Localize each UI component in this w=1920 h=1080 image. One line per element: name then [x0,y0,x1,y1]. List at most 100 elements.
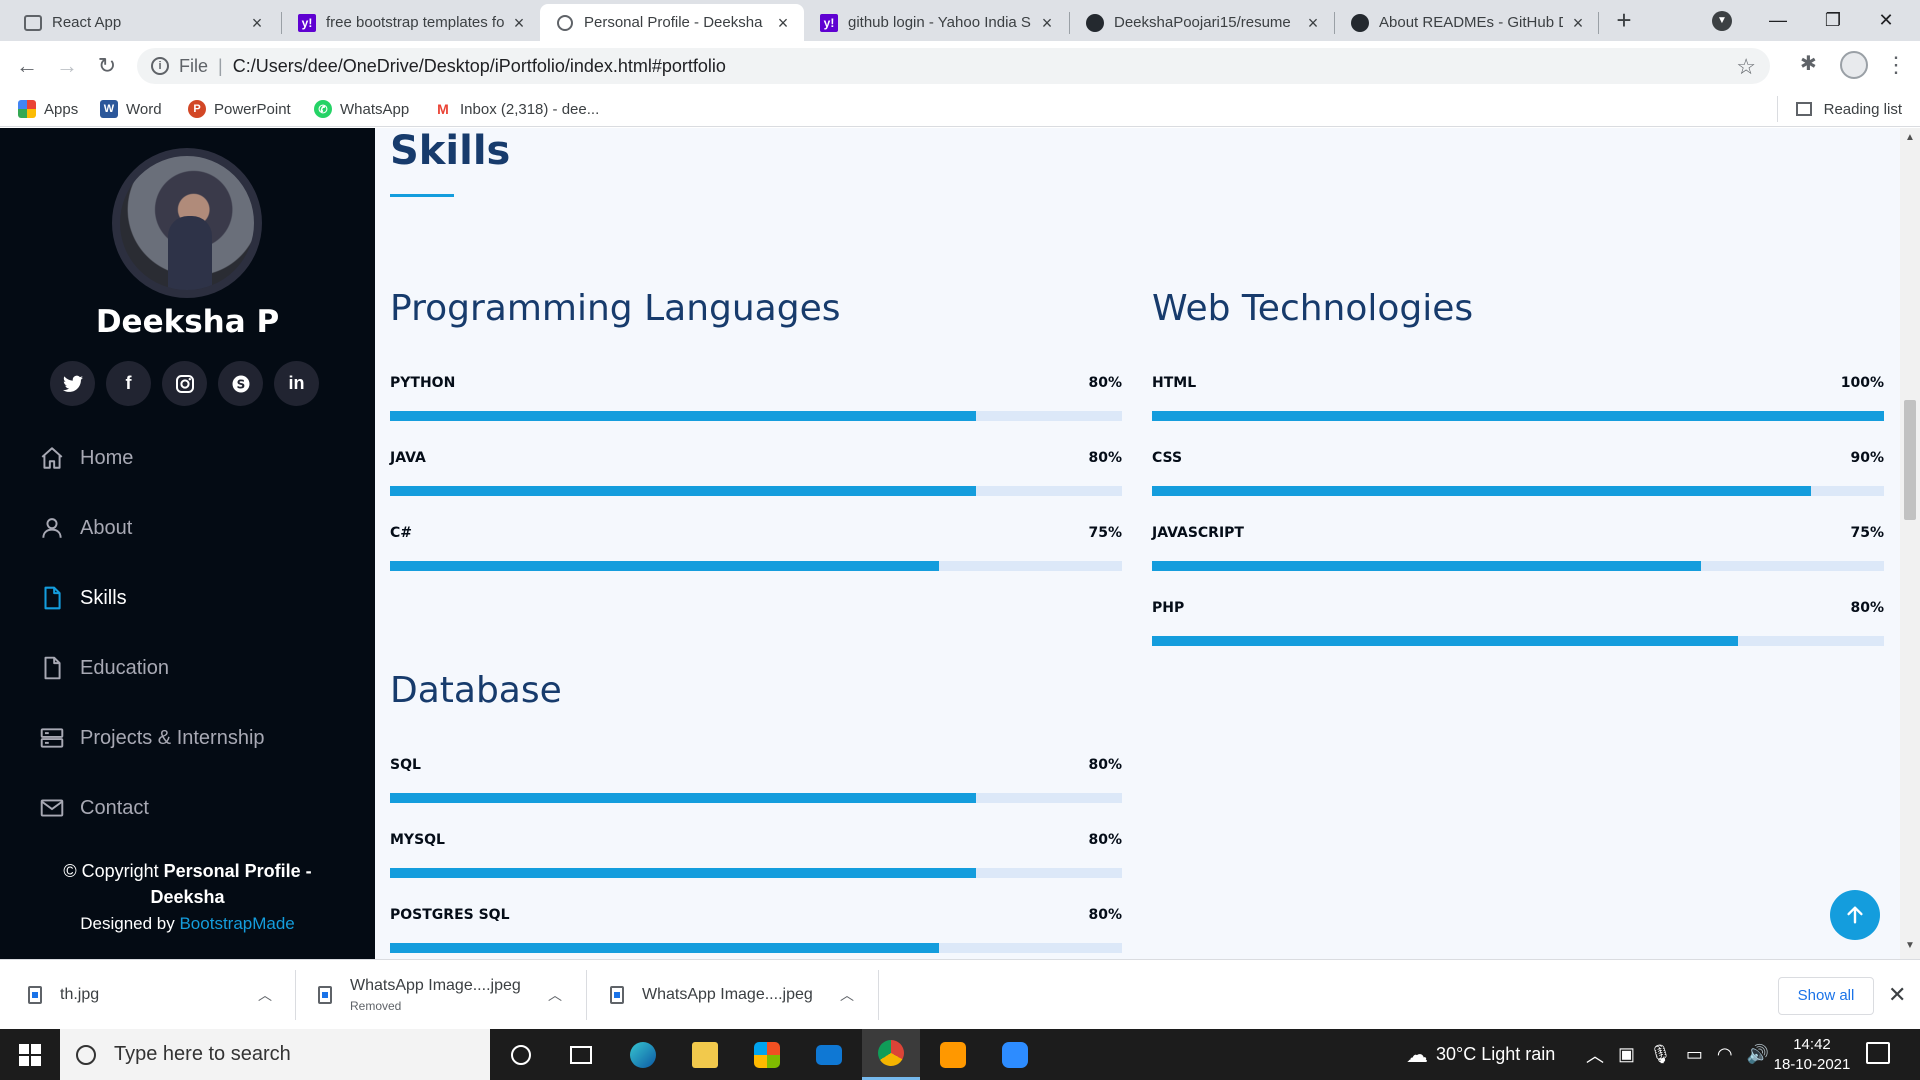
skype-icon[interactable]: S [218,361,263,406]
facebook-icon[interactable]: f [106,361,151,406]
linkedin-icon[interactable]: in [274,361,319,406]
page-scrollbar[interactable]: ▲ ▼ [1900,128,1920,959]
minimize-button[interactable]: — [1758,6,1798,34]
nav-item-home[interactable]: Home [38,440,133,476]
weather-widget[interactable]: ☁ 30°C Light rain [1406,1029,1555,1080]
skill-name: PYTHON [390,375,456,391]
battery-icon[interactable]: ▭ [1686,1044,1703,1065]
address-url: C:/Users/dee/OneDrive/Desktop/iPortfolio… [232,55,726,76]
tab-search-button[interactable]: ▼ [1712,11,1732,31]
back-button[interactable]: ← [12,51,42,81]
chevron-up-icon[interactable]: ︿ [1586,1042,1604,1068]
nav-item-skills[interactable]: Skills [38,580,127,616]
progress-track [1152,636,1884,646]
download-name: th.jpg [60,986,100,1003]
skill-row: JAVASCRIPT 75% [1152,525,1884,571]
bookmark-whatsapp[interactable]: ✆ WhatsApp [314,98,409,120]
close-icon[interactable]: × [510,14,528,32]
tab-title: About READMEs - GitHub D [1379,14,1563,31]
twitter-icon[interactable] [50,361,95,406]
nav-item-about[interactable]: About [38,510,132,546]
address-scheme: File [179,55,209,76]
address-bar[interactable]: i File | C:/Users/dee/OneDrive/Desktop/i… [137,48,1770,84]
info-icon[interactable]: i [151,57,169,75]
show-all-downloads-button[interactable]: Show all [1778,977,1874,1015]
mail-icon[interactable] [800,1029,858,1080]
store-icon[interactable] [738,1029,796,1080]
start-button[interactable] [0,1029,60,1080]
skill-name: POSTGRES SQL [390,907,510,923]
file-explorer-icon[interactable] [676,1029,734,1080]
bookmark-powerpoint[interactable]: P PowerPoint [188,98,291,120]
close-icon[interactable]: × [1038,14,1056,32]
bookmark-inbox[interactable]: M Inbox (2,318) - dee... [434,98,599,120]
bookmark-apps[interactable]: Apps [18,98,78,120]
new-tab-button[interactable]: + [1610,7,1638,35]
zoom-icon[interactable] [986,1029,1044,1080]
download-item[interactable]: WhatsApp Image....jpeg ︿ [610,960,860,1030]
file-icon [38,654,66,682]
download-item[interactable]: th.jpg ︿ [28,960,278,1030]
close-icon[interactable]: × [1304,14,1322,32]
reading-list-button[interactable]: Reading list [1795,98,1902,120]
chevron-up-icon[interactable]: ︿ [840,985,854,1005]
skill-row: CSS 90% [1152,450,1884,496]
chevron-up-icon[interactable]: ︿ [548,985,562,1005]
maximize-button[interactable]: ❐ [1813,6,1853,34]
nav-item-education[interactable]: Education [38,650,169,686]
edge-icon[interactable] [614,1029,672,1080]
skill-name: JAVA [390,450,426,466]
forward-button[interactable]: → [52,51,82,81]
wifi-icon[interactable]: ◠ [1717,1044,1733,1065]
skill-label-row: SQL 80% [390,757,1122,777]
scroll-up-arrow-icon[interactable]: ▲ [1905,132,1915,143]
scroll-down-arrow-icon[interactable]: ▼ [1905,940,1915,951]
clock[interactable]: 14:42 18-10-2021 [1762,1035,1862,1075]
progress-track [1152,411,1884,421]
word-icon: W [100,100,118,118]
menu-kebab-icon[interactable]: ⋮ [1885,52,1907,78]
tab-github-login[interactable]: y! github login - Yahoo India S × [804,4,1068,41]
close-icon[interactable]: ✕ [1888,982,1906,1008]
file-icon [38,584,66,612]
close-icon[interactable]: × [774,14,792,32]
close-icon[interactable]: × [1569,14,1587,32]
nav-item-contact[interactable]: Contact [38,790,149,826]
taskbar-search-box[interactable]: Type here to search [60,1029,490,1080]
back-to-top-button[interactable] [1830,890,1880,940]
bootstrapmade-link[interactable]: BootstrapMade [179,914,294,933]
cortana-icon[interactable] [492,1029,550,1080]
download-item[interactable]: WhatsApp Image....jpeg Removed ︿ [318,960,568,1030]
microphone-icon[interactable]: 🎙 [1649,1044,1672,1065]
yahoo-icon: y! [298,13,316,32]
scrollbar-thumb[interactable] [1904,400,1916,520]
window-close-button[interactable]: ✕ [1866,6,1906,34]
progress-fill [390,561,939,571]
tab-bootstrap-templates[interactable]: y! free bootstrap templates fo × [282,4,540,41]
instagram-icon[interactable] [162,361,207,406]
meet-now-icon[interactable]: ▣ [1618,1044,1635,1065]
chrome-icon[interactable] [862,1029,920,1080]
reload-button[interactable]: ↻ [92,51,122,81]
profile-avatar[interactable] [1840,51,1868,79]
tab-strip: React App × y! free bootstrap templates … [0,0,1920,41]
tab-personal-profile[interactable]: Personal Profile - Deeksha × [540,4,804,41]
skill-percent: 80% [1850,600,1884,616]
file-image-icon [610,986,624,1004]
tab-about-readmes[interactable]: About READMEs - GitHub D × [1335,4,1599,41]
chevron-up-icon[interactable]: ︿ [258,985,272,1005]
task-view-icon[interactable] [552,1029,610,1080]
skill-percent: 75% [1088,525,1122,541]
notification-center-icon[interactable] [1866,1042,1890,1064]
bookmark-star-icon[interactable]: ☆ [1736,54,1756,80]
bookmark-word[interactable]: W Word [100,98,162,120]
section-title: Skills [390,128,511,174]
sublime-text-icon[interactable] [924,1029,982,1080]
skill-row: MYSQL 80% [390,832,1122,878]
nav-item-projects[interactable]: Projects & Internship [38,720,265,756]
tab-github-resume[interactable]: DeekshaPoojari15/resume × [1070,4,1334,41]
close-icon[interactable]: × [248,14,266,32]
extensions-icon[interactable]: ✱ [1800,51,1817,76]
tab-react-app[interactable]: React App × [8,4,278,41]
file-image-icon [28,986,42,1004]
